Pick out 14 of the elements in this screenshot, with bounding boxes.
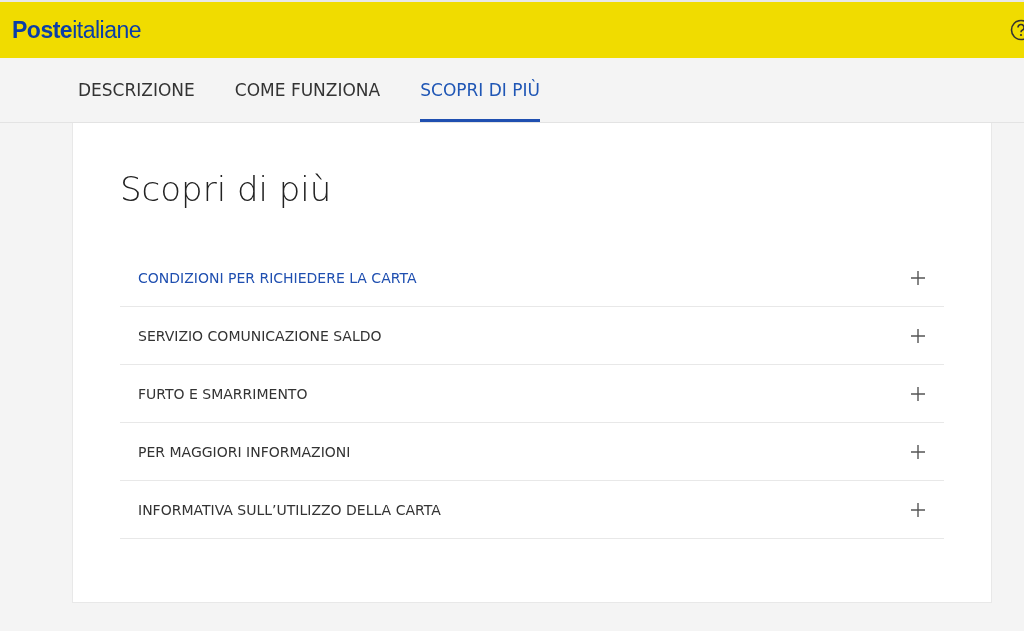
accordion-item[interactable]: SERVIZIO COMUNICAZIONE SALDO	[120, 307, 944, 365]
accordion-item[interactable]: CONDIZIONI PER RICHIEDERE LA CARTA	[120, 249, 944, 307]
accordion-item[interactable]: PER MAGGIORI INFORMAZIONI	[120, 423, 944, 481]
tab[interactable]: DESCRIZIONE	[78, 58, 195, 122]
accordion-item[interactable]: INFORMATIVA SULL’UTILIZZO DELLA CARTA	[120, 481, 944, 539]
section-title: Scopri di più	[120, 169, 333, 209]
logo[interactable]: Posteitaliane	[12, 16, 142, 44]
plus-icon	[911, 328, 925, 343]
plus-icon	[911, 270, 925, 285]
plus-icon	[911, 502, 925, 517]
plus-icon	[911, 386, 925, 401]
plus-icon	[911, 444, 925, 459]
tab[interactable]: COME FUNZIONA	[234, 58, 381, 122]
accordion-item[interactable]: FURTO E SMARRIMENTO	[120, 365, 944, 423]
